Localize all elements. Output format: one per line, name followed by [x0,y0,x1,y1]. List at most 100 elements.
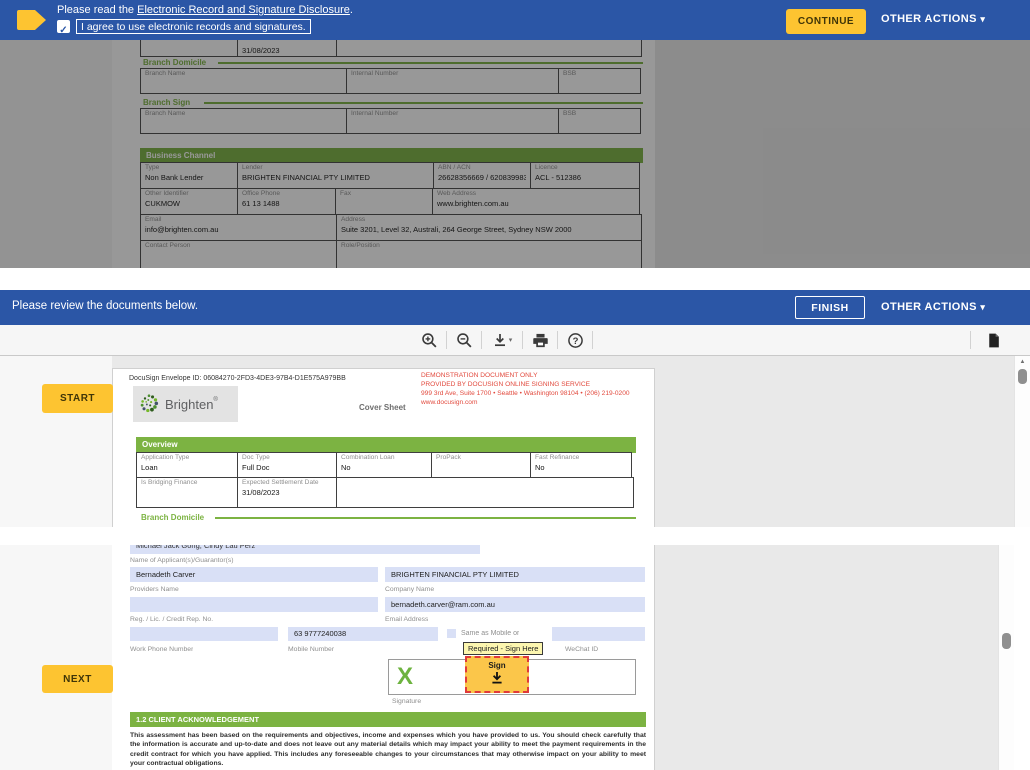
other-actions-button[interactable]: OTHER ACTIONS ▾ [881,301,985,313]
start-tag-button[interactable]: START [42,384,113,413]
sign-here-tooltip: Required - Sign Here [463,642,543,655]
overview-header: Overview [136,437,636,453]
cell-value: No [535,463,627,472]
sign-tag-label: Sign [467,661,527,670]
page-thumbnails-button[interactable] [976,330,1010,350]
demo-notice: DEMONSTRATION DOCUMENT ONLY PROVIDED BY … [421,371,653,407]
review-section: Please review the documents below. FINIS… [0,290,1030,527]
next-tag-button[interactable]: NEXT [42,665,113,693]
scrollbar-track[interactable] [998,545,1014,770]
table-row: Is Bridging Finance Expected Settlement … [136,477,634,508]
field-label: Email Address [385,616,428,624]
branch-domicile-rule [215,517,636,519]
cell-label: Expected Settlement Date [242,479,332,487]
toolbar-icons: ▾ ? [412,330,593,350]
applicants-names-field[interactable]: Michael Jack Gong, Cindy Lau Perz [130,545,480,554]
field-label: Providers Name [130,586,179,594]
svg-text:?: ? [572,335,578,346]
disclosure-link[interactable]: Electronic Record and Signature Disclosu… [137,4,350,16]
pointer-arrow-icon [17,10,46,30]
same-as-mobile-checkbox[interactable] [447,629,456,638]
demo-line: PROVIDED BY DOCUSIGN ONLINE SIGNING SERV… [421,380,653,389]
field-label: Reg. / Lic. / Credit Rep. No. [130,616,213,624]
table-cell: Fast RefinanceNo [530,452,632,478]
download-button[interactable]: ▾ [482,330,522,350]
cell-label: ProPack [436,454,526,462]
email-field[interactable]: bernadeth.carver@ram.com.au [385,597,645,612]
envelope-id: DocuSign Envelope ID: 06084270-2FD3-4DE3… [129,375,346,382]
document-page: Michael Jack Gong, Cindy Lau Perz Name o… [112,545,655,770]
zoom-in-button[interactable] [412,330,446,350]
demo-line: 999 3rd Ave, Suite 1700 • Seattle • Wash… [421,389,653,398]
disclosure-text-prefix: Please read the [57,4,137,16]
table-cell: Application TypeLoan [136,452,238,478]
cell-label: Application Type [141,454,233,462]
acknowledgement-body: This assessment has been based on the re… [130,731,646,769]
table-cell [336,477,634,508]
brighten-logo-icon [137,391,161,417]
toolbar-divider [970,331,971,349]
signature-x-mark: X [397,661,413,693]
right-margin [1014,545,1030,770]
chevron-down-icon: ▾ [509,336,513,344]
cell-label: Doc Type [242,454,332,462]
document-page: DocuSign Envelope ID: 06084270-2FD3-4DE3… [112,368,655,527]
wechat-id-field[interactable] [552,627,645,641]
demo-line: DEMONSTRATION DOCUMENT ONLY [421,371,653,380]
same-as-mobile-label: Same as Mobile or [461,630,519,638]
brighten-logo: Brighten ® [133,386,238,422]
review-bar: Please review the documents below. FINIS… [0,290,1030,325]
signature-label: Signature [392,698,421,706]
field-label: Mobile Number [288,646,334,654]
table-row: Application TypeLoan Doc TypeFull Doc Co… [136,452,632,478]
zoom-out-button[interactable] [447,330,481,350]
field-label: Company Name [385,586,434,594]
branch-domicile-title: Branch Domicile [141,513,204,522]
chevron-down-icon: ▾ [980,14,985,24]
finish-button[interactable]: FINISH [795,296,865,319]
disclosure-section: 31/08/2023 Branch Domicile Branch Name I… [0,0,1030,268]
providers-name-field[interactable]: Bernadeth Carver [130,567,378,582]
mobile-number-field[interactable]: 63 9777240038 [288,627,438,641]
field-label: Work Phone Number [130,646,193,654]
toolbar-divider [592,331,593,349]
check-icon: ✓ [59,25,67,36]
help-button[interactable]: ? [558,330,592,350]
cell-value: 31/08/2023 [242,488,332,497]
brand-name: Brighten [165,397,213,412]
other-actions-label: OTHER ACTIONS [881,13,977,25]
cell-label: Is Bridging Finance [141,479,233,487]
scrollbar-thumb[interactable] [1018,369,1027,384]
work-phone-field[interactable] [130,627,278,641]
demo-line: www.docusign.com [421,398,653,407]
print-button[interactable] [523,330,557,350]
cell-value: Full Doc [242,463,332,472]
cell-value: Loan [141,463,233,472]
chevron-down-icon: ▾ [980,302,985,312]
other-actions-button[interactable]: OTHER ACTIONS ▾ [881,13,985,25]
clipped-field-text: Michael Jack Gong, Cindy Lau Perz [136,545,480,552]
disclosure-bar: Please read the Electronic Record and Si… [0,0,1030,40]
other-actions-label: OTHER ACTIONS [881,301,977,313]
table-cell: Doc TypeFull Doc [237,452,337,478]
scroll-up-arrow[interactable]: ▲ [1015,356,1030,365]
cell-label: Fast Refinance [535,454,627,462]
field-label: WeChat ID [565,646,598,654]
company-name-field[interactable]: BRIGHTEN FINANCIAL PTY LIMITED [385,567,645,582]
scrollbar-thumb[interactable] [1002,633,1011,649]
scrollbar-track[interactable]: ▲ [1014,356,1030,527]
agree-label: I agree to use electronic records and si… [76,19,311,34]
signing-section: Michael Jack Gong, Cindy Lau Perz Name o… [0,545,1030,770]
continue-button[interactable]: CONTINUE [786,9,866,34]
table-cell: Is Bridging Finance [136,477,238,508]
disclosure-text-suffix: . [350,4,353,16]
credit-rep-field[interactable] [130,597,378,612]
sign-arrow-icon [490,671,504,685]
disclosure-message: Please read the Electronic Record and Si… [57,4,353,16]
review-message: Please review the documents below. [12,300,198,312]
acknowledgement-header: 1.2 CLIENT ACKNOWLEDGEMENT [130,712,646,727]
sign-tag-button[interactable]: Sign [465,656,529,693]
table-cell: ProPack [431,452,531,478]
cover-sheet-label: Cover Sheet [359,403,406,412]
agree-checkbox[interactable]: ✓ [57,20,70,33]
